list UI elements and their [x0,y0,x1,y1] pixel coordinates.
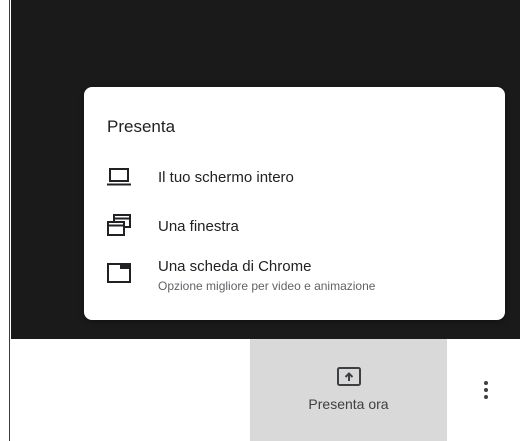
menu-item-chrome-tab[interactable]: Una scheda di Chrome Opzione migliore pe… [84,252,505,296]
present-now-button[interactable]: Presenta ora [250,339,447,441]
tab-icon [107,263,131,283]
present-menu: Presenta Il tuo schermo intero Una fines… [84,87,505,320]
present-now-label: Presenta ora [308,396,389,412]
menu-item-entire-screen[interactable]: Il tuo schermo intero [84,161,505,193]
laptop-icon [107,168,131,186]
menu-item-label: Il tuo schermo intero [158,169,294,186]
menu-item-sublabel: Opzione migliore per video e animazione [158,279,376,293]
menu-item-label: Una scheda di Chrome [158,258,312,275]
more-vert-icon[interactable] [474,378,498,402]
present-to-all-icon [336,367,361,386]
menu-item-window[interactable]: Una finestra [84,209,505,241]
window-icon [107,214,131,236]
window-edge [0,0,10,441]
menu-title: Presenta [107,117,176,136]
menu-item-label: Una finestra [158,218,239,235]
